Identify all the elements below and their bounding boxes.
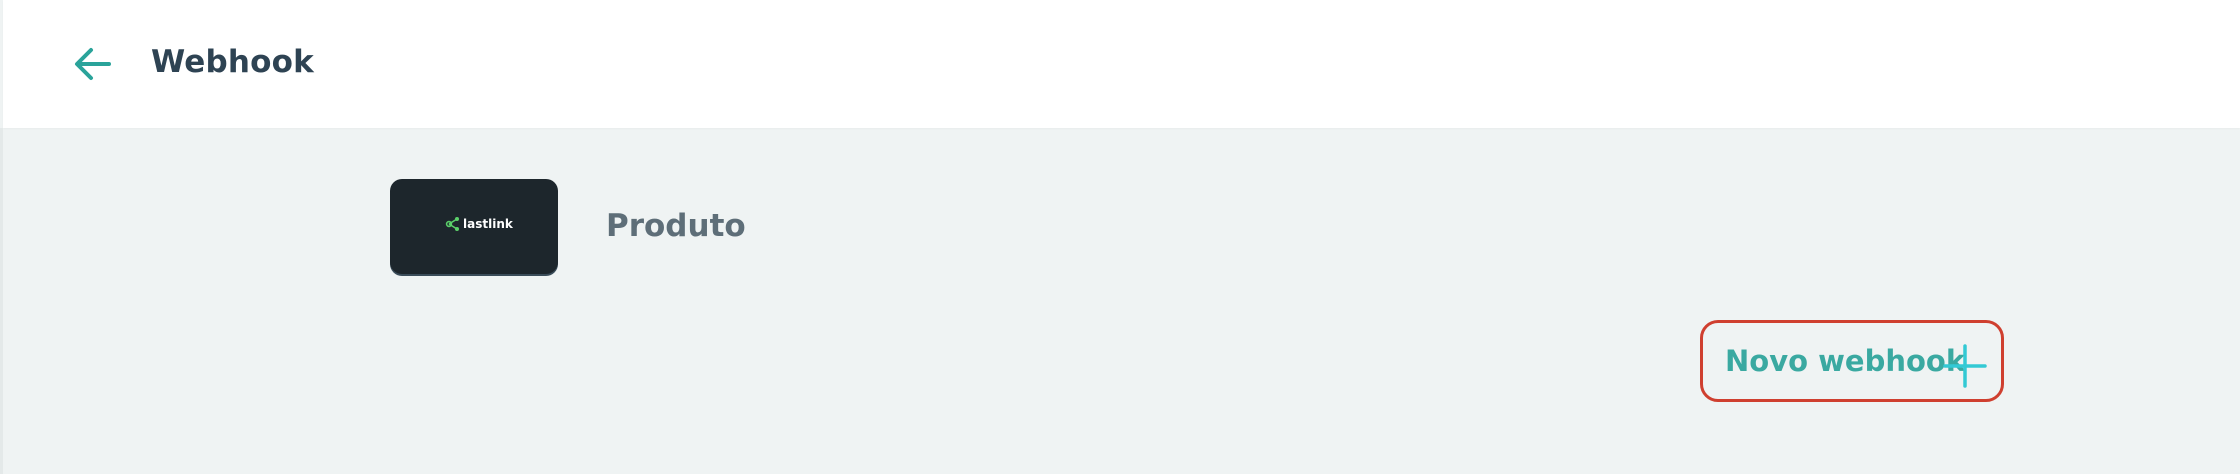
new-webhook-label: Novo webhook — [1725, 344, 1966, 378]
brand-logo-text: lastlink — [463, 217, 513, 231]
arrow-left-icon — [75, 48, 111, 80]
product-thumbnail: lastlink — [390, 179, 558, 274]
share-nodes-icon — [445, 217, 459, 231]
back-button[interactable] — [63, 38, 123, 90]
page-title: Webhook — [151, 44, 314, 80]
product-name: Produto — [606, 208, 746, 244]
plus-icon — [1943, 344, 1987, 388]
left-edge-divider — [0, 128, 3, 474]
top-header: Webhook — [3, 0, 2240, 128]
new-webhook-button[interactable]: Novo webhook — [1700, 320, 2004, 402]
